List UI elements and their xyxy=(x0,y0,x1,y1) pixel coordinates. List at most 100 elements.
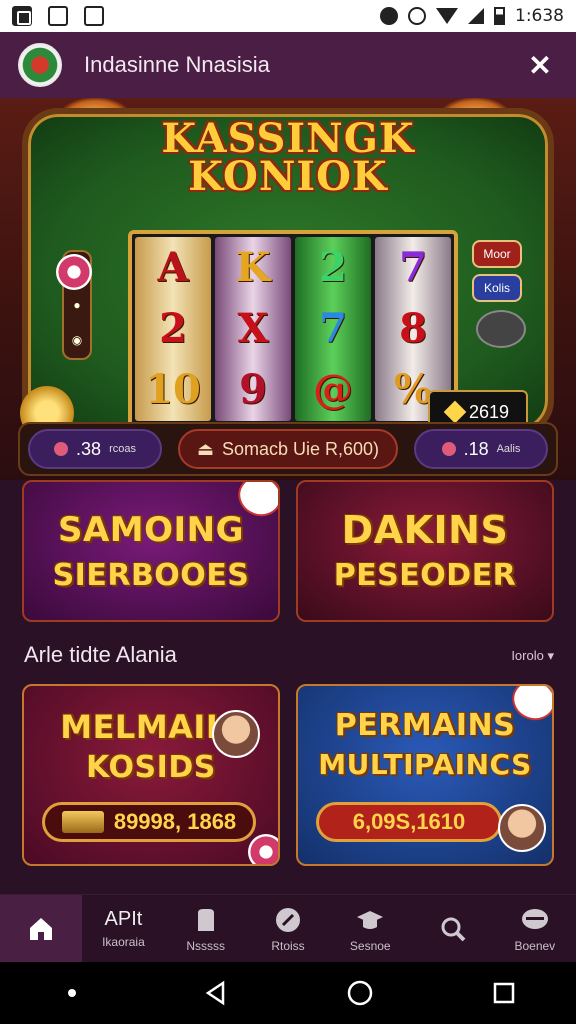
reel-symbol: 9 xyxy=(239,366,267,414)
reel-symbol: @ xyxy=(313,366,353,414)
reel-symbol: X xyxy=(237,304,269,352)
chat-icon xyxy=(520,905,550,935)
chip-icon xyxy=(441,442,456,456)
gold-ingot-icon xyxy=(61,811,104,833)
compass-icon xyxy=(273,905,303,935)
side-button-moor[interactable]: Moor xyxy=(472,240,522,268)
back-button[interactable] xyxy=(196,973,236,1013)
bet-left-label: rcoas xyxy=(109,443,136,455)
reel: 2 7 @ xyxy=(295,237,371,421)
reel: A 2 10 xyxy=(135,237,211,421)
chip-icon xyxy=(248,834,278,864)
nav-learn[interactable]: Sesnoe xyxy=(329,895,411,962)
promo-title-line2: MULTIPAINCS xyxy=(318,748,532,781)
reel-symbol: 7 xyxy=(319,304,347,352)
bet-right-button[interactable]: .18 Aalis xyxy=(414,429,548,469)
promo-title-line2: PESEODER xyxy=(333,558,517,593)
bet-left-value: .38 xyxy=(76,438,102,459)
jackpot-value: 2619 xyxy=(468,401,510,422)
reel-symbol: % xyxy=(393,366,432,414)
card-icon xyxy=(191,905,221,935)
app-screen: 1:638 Indasinne Nnasisia ✕ KASSINGK KONI… xyxy=(0,0,576,1024)
notification-icon xyxy=(12,6,32,26)
promo-amount-bar: 6,09S,1610 xyxy=(316,802,502,842)
system-icons: 1:638 xyxy=(380,6,564,26)
reel-symbol: A xyxy=(157,243,189,291)
system-navigation-bar xyxy=(0,962,576,1024)
slot-machine[interactable]: KASSINGK KONIOK ⚙ ● ◉ A 2 10 K X 9 xyxy=(22,108,554,436)
promo-title-line1: DAKINS xyxy=(341,508,509,552)
bet-right-value: .18 xyxy=(463,438,489,459)
nav-api[interactable]: APIt Ikaoraia xyxy=(82,895,164,962)
nav-label: Sesnoe xyxy=(349,938,391,953)
chip-icon xyxy=(54,442,69,456)
close-button[interactable]: ✕ xyxy=(522,47,558,83)
reel-symbol: 10 xyxy=(145,366,201,414)
reels: A 2 10 K X 9 2 7 @ 7 8 % xyxy=(128,230,458,428)
reel-symbol: 7 xyxy=(399,243,427,291)
clock-icon xyxy=(408,7,426,25)
reel-symbol: 2 xyxy=(159,304,187,352)
reel-symbol: 8 xyxy=(399,304,427,352)
alarm-icon xyxy=(380,7,398,25)
chip-icon xyxy=(56,254,92,290)
promo-amount: 6,09S,1610 xyxy=(352,809,466,834)
recents-button[interactable] xyxy=(484,973,524,1013)
promo-amount-bar: 89998, 1868 xyxy=(42,802,256,842)
hat-icon xyxy=(355,905,385,935)
spin-amount-label: Somacb Uie R,600) xyxy=(221,438,380,459)
promo-tile[interactable]: DAKINS PESEODER xyxy=(296,480,554,622)
status-bar: 1:638 xyxy=(0,0,576,32)
chevron-down-icon: ▾ xyxy=(547,648,554,663)
spin-amount-button[interactable]: ⏏ Somacb Uie R,600) xyxy=(178,429,398,469)
nav-label: Boenev xyxy=(514,938,556,953)
promo-title-line1: PERMAINS xyxy=(334,708,516,743)
reel-symbol: K xyxy=(235,243,271,291)
section-see-all-link[interactable]: Iorolo ▾ xyxy=(511,648,554,664)
control-bar: .38 rcoas ⏏ Somacb Uie R,600) .18 Aalis xyxy=(18,422,558,476)
promo-tile[interactable]: SAMOING SIERBOOES xyxy=(22,480,280,622)
close-icon: ✕ xyxy=(528,49,552,81)
bottom-navigation: APIt Ikaoraia Nsssss Rtoiss Sesnoe Boene… xyxy=(0,894,576,962)
app-title: Indasinne Nnasisia xyxy=(84,52,270,77)
battery-icon xyxy=(494,7,505,25)
nav-explore[interactable]: Rtoiss xyxy=(247,895,329,962)
promo-amount: 89998, 1868 xyxy=(113,809,237,834)
promo-title-line2: SIERBOOES xyxy=(52,558,250,593)
promo-tile[interactable]: PERMAINS MULTIPAINCS 6,09S,1610 xyxy=(296,684,554,866)
gallery-icon xyxy=(48,6,68,26)
nav-api-text: APIt xyxy=(104,908,143,930)
section-link-label: Iorolo xyxy=(511,648,544,663)
side-button-kolis[interactable]: Kolis xyxy=(472,274,522,302)
spin-button[interactable] xyxy=(476,310,526,348)
home-button[interactable] xyxy=(340,973,380,1013)
nav-label: Nsssss xyxy=(186,938,226,953)
character-avatar xyxy=(212,710,260,758)
bet-left-button[interactable]: .38 rcoas xyxy=(28,429,162,469)
nav-label: Ikaoraia xyxy=(102,935,145,949)
bet-right-label: Aalis xyxy=(496,443,521,455)
nav-label: Rtoiss xyxy=(271,938,305,953)
slot-title: KASSINGK KONIOK xyxy=(28,119,548,200)
section-title: Arle tidte Alania xyxy=(24,642,177,667)
promo-tile[interactable]: MELMAIIS KOSIDS 89998, 1868 xyxy=(22,684,280,866)
coin-stack-icon: ⏏ xyxy=(196,438,214,459)
slot-title-line2: KONIOK xyxy=(188,153,388,200)
reel: K X 9 xyxy=(215,237,291,421)
nav-cards[interactable]: Nsssss xyxy=(165,895,247,962)
character-avatar xyxy=(498,804,546,852)
assistant-dot-button[interactable] xyxy=(52,973,92,1013)
hero-banner[interactable]: KASSINGK KONIOK ⚙ ● ◉ A 2 10 K X 9 xyxy=(0,98,576,480)
nav-home[interactable] xyxy=(0,895,83,962)
gem-icon xyxy=(443,400,467,424)
clock-time: 1:638 xyxy=(515,6,564,26)
nav-search[interactable] xyxy=(411,895,493,962)
nav-chat[interactable]: Boenev xyxy=(494,895,576,962)
app-logo xyxy=(18,43,62,87)
dot-icon: ● xyxy=(73,297,81,312)
search-icon xyxy=(438,914,468,944)
coin-icon: ◉ xyxy=(71,333,83,348)
wifi-icon xyxy=(436,8,458,24)
x-icon xyxy=(84,6,104,26)
notification-icons xyxy=(12,6,104,26)
